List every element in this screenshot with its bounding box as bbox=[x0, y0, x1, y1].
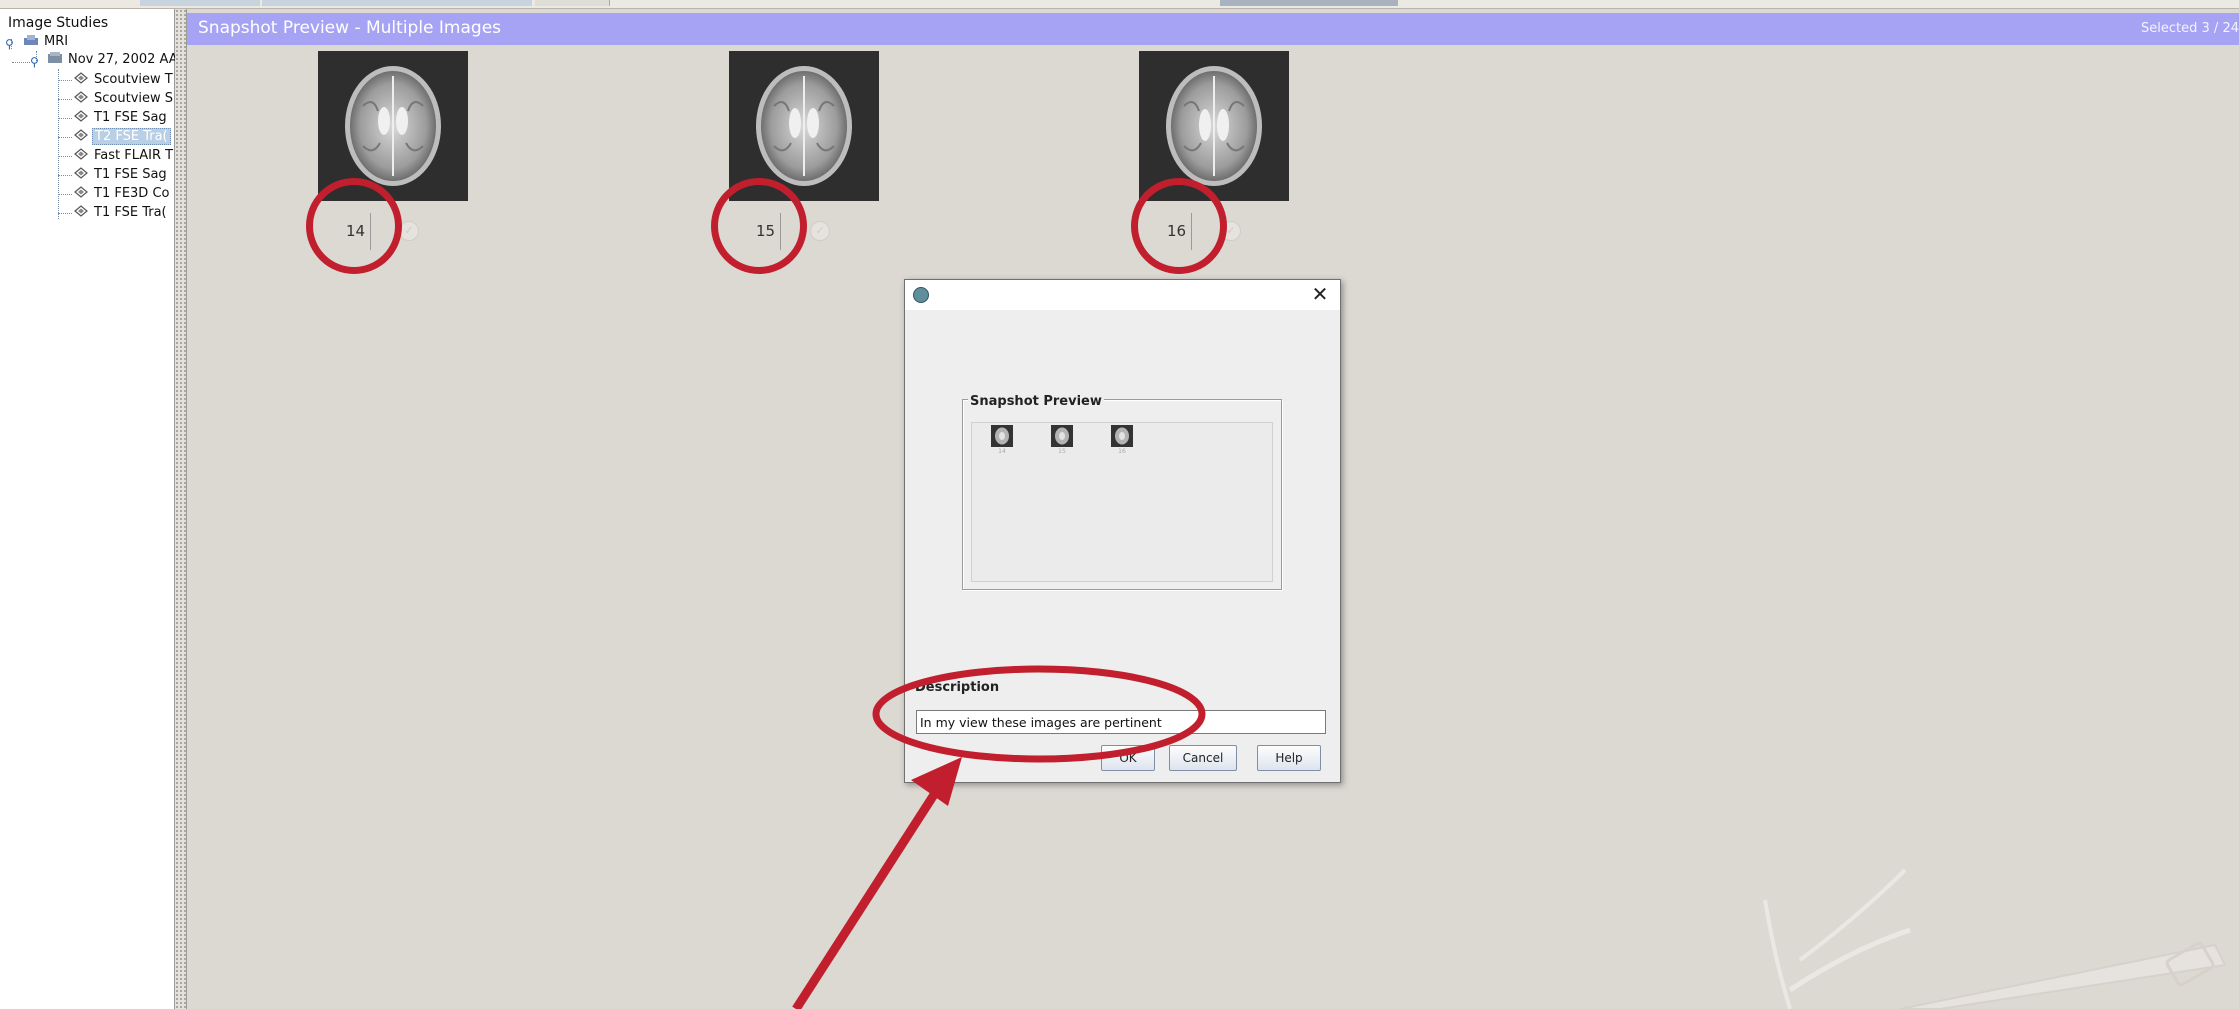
tree-series-label: T1 FSE Tra( bbox=[94, 205, 167, 220]
close-icon[interactable]: ✕ bbox=[1310, 283, 1330, 305]
watermark-stroke bbox=[1763, 899, 1792, 1009]
tree-node-label: Nov 27, 2002 AA bbox=[68, 52, 178, 67]
tree-series-item[interactable]: T1 FSE Tra( bbox=[74, 204, 169, 222]
image-studies-tree[interactable]: Image Studies ⚲ MRI ⚲ Nov 27, 2002 AA Sc… bbox=[0, 9, 178, 1009]
tree-series-label: T1 FE3D Co bbox=[94, 186, 170, 201]
brain-mri-image bbox=[1139, 51, 1289, 201]
watermark-shape bbox=[1899, 943, 2227, 1009]
watermark-stroke bbox=[1788, 927, 1911, 993]
dialog-titlebar[interactable]: ✕ bbox=[905, 280, 1340, 310]
tree-node-study[interactable]: Nov 27, 2002 AA bbox=[48, 51, 180, 69]
tree-series-label: T1 FSE Sag bbox=[94, 110, 167, 125]
series-stack-icon bbox=[74, 110, 88, 122]
tree-series-item[interactable]: T1 FSE Sag bbox=[74, 166, 169, 184]
preview-header: Snapshot Preview - Multiple Images Selec… bbox=[187, 13, 2239, 45]
series-stack-icon bbox=[74, 186, 88, 198]
expand-toggle-icon[interactable]: ⚲ bbox=[30, 56, 40, 68]
mri-scanner-icon bbox=[24, 35, 38, 45]
series-stack-icon bbox=[74, 129, 88, 141]
mini-thumbnail-caption: 14 bbox=[998, 448, 1006, 455]
panel-splitter[interactable] bbox=[175, 9, 187, 1009]
toolbar-tab[interactable] bbox=[535, 0, 610, 6]
toolbar-tab[interactable] bbox=[262, 0, 532, 6]
selection-count: Selected 3 / 24 bbox=[2141, 21, 2239, 36]
mini-thumbnail bbox=[991, 425, 1013, 447]
tree-series-item[interactable]: Fast FLAIR T bbox=[74, 147, 175, 165]
help-button[interactable]: Help bbox=[1257, 745, 1321, 771]
tree-series-item[interactable]: Scoutview S bbox=[74, 90, 175, 108]
thumbnail-select-toggle[interactable]: ✓ bbox=[399, 221, 419, 241]
tree-series-item[interactable]: T1 FE3D Co bbox=[74, 185, 171, 203]
mini-thumbnail-caption: 16 bbox=[1118, 448, 1126, 455]
tree-node-label: MRI bbox=[44, 34, 69, 49]
application-window: Image Studies ⚲ MRI ⚲ Nov 27, 2002 AA Sc… bbox=[0, 0, 2239, 1009]
series-stack-icon bbox=[74, 91, 88, 103]
group-label: Snapshot Preview bbox=[968, 394, 1104, 409]
tree-node-mri[interactable]: MRI bbox=[24, 33, 70, 51]
snapshot-preview-group: Snapshot Preview 14 15 16 bbox=[962, 394, 1282, 590]
expand-toggle-icon[interactable]: ⚲ bbox=[5, 38, 15, 50]
mini-thumbnail bbox=[1111, 425, 1133, 447]
series-stack-icon bbox=[74, 148, 88, 160]
mini-thumbnail bbox=[1051, 425, 1073, 447]
watermark-shape bbox=[2165, 941, 2215, 987]
brain-mri-image bbox=[318, 51, 468, 201]
annotation-circle bbox=[1131, 178, 1227, 274]
thumbnail-select-toggle[interactable]: ✓ bbox=[810, 221, 830, 241]
annotation-circle bbox=[306, 178, 402, 274]
ok-button[interactable]: OK bbox=[1101, 745, 1155, 771]
snapshot-preview-area: 14 15 16 bbox=[971, 422, 1273, 582]
mini-thumbnail-caption: 15 bbox=[1058, 448, 1066, 455]
tree-root-label: Image Studies bbox=[8, 15, 109, 31]
cancel-button[interactable]: Cancel bbox=[1169, 745, 1237, 771]
watermark-stroke bbox=[1798, 868, 1907, 962]
tree-series-label: Fast FLAIR T bbox=[94, 148, 174, 163]
annotation-arrow-shaft bbox=[792, 787, 941, 1009]
top-toolbar-strip bbox=[0, 0, 2239, 9]
study-folder-icon bbox=[48, 52, 62, 63]
tree-series-label: Scoutview S bbox=[94, 91, 174, 106]
tree-series-label: T1 FSE Sag bbox=[94, 167, 167, 182]
annotation-circle bbox=[711, 178, 807, 274]
series-stack-icon bbox=[74, 72, 88, 84]
image-thumbnail[interactable] bbox=[1139, 51, 1289, 201]
snapshot-dialog: ✕ Snapshot Preview 14 15 16 Description bbox=[904, 279, 1341, 783]
toolbar-tab[interactable] bbox=[140, 0, 260, 6]
image-thumbnail[interactable] bbox=[318, 51, 468, 201]
series-stack-icon bbox=[74, 167, 88, 179]
description-input[interactable] bbox=[916, 710, 1326, 734]
preview-title: Snapshot Preview - Multiple Images bbox=[198, 18, 502, 38]
toolbar-progress bbox=[1220, 0, 1398, 6]
tree-series-item[interactable]: T1 FSE Sag bbox=[74, 109, 169, 127]
tree-series-item-selected[interactable]: T2 FSE Tra( bbox=[74, 128, 171, 146]
tree-series-label: T2 FSE Tra( bbox=[92, 128, 171, 145]
series-stack-icon bbox=[74, 205, 88, 217]
tree-series-label: Scoutview T bbox=[94, 72, 173, 87]
app-icon bbox=[913, 287, 929, 303]
description-label: Description bbox=[915, 680, 1000, 695]
tree-series-item[interactable]: Scoutview T bbox=[74, 71, 175, 89]
